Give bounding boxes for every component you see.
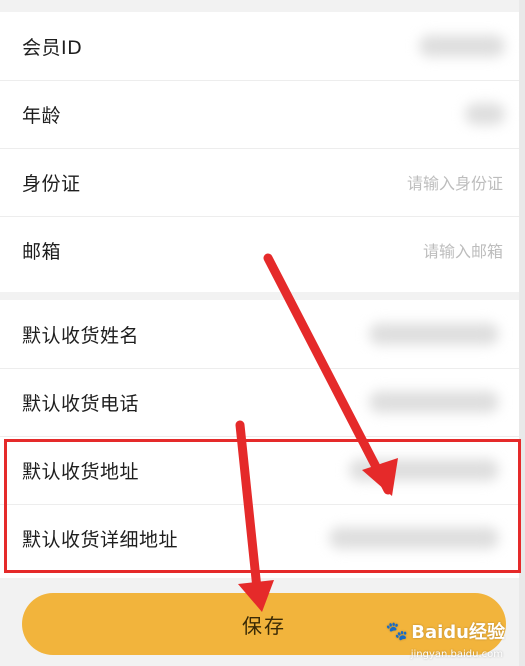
email-label: 邮箱	[22, 240, 62, 263]
id-card-input[interactable]: 请输入身份证	[407, 170, 503, 194]
paw-icon: 🐾	[385, 620, 409, 642]
member-id-label: 会员ID	[22, 36, 83, 59]
email-row[interactable]: 邮箱 请输入邮箱	[0, 216, 519, 284]
age-value-blurred	[465, 103, 505, 125]
baidu-watermark: 🐾 Baidu经验	[386, 618, 505, 644]
age-row: 年龄	[0, 80, 519, 148]
top-strip	[0, 0, 525, 12]
shipping-address-value-blurred	[349, 459, 499, 481]
shipping-name-row[interactable]: 默认收货姓名	[0, 300, 519, 368]
baidu-watermark-brand: Baidu经验	[411, 622, 505, 643]
member-id-value-blurred	[419, 35, 505, 57]
scrollbar-edge	[519, 0, 525, 666]
shipping-name-label: 默认收货姓名	[22, 324, 140, 347]
baidu-watermark-url: jingyan.baidu.com	[410, 649, 503, 660]
personal-info-section: 会员ID 年龄 身份证 请输入身份证 邮箱 请输入邮箱	[0, 12, 519, 292]
member-id-row: 会员ID	[0, 12, 519, 80]
id-card-label: 身份证	[22, 172, 81, 195]
shipping-info-section: 默认收货姓名 默认收货电话 默认收货地址 默认收货详细地址	[0, 300, 519, 578]
shipping-name-value-blurred	[369, 323, 499, 345]
shipping-phone-row[interactable]: 默认收货电话	[0, 368, 519, 436]
shipping-phone-label: 默认收货电话	[22, 392, 140, 415]
shipping-phone-value-blurred	[369, 391, 499, 413]
age-label: 年龄	[22, 104, 62, 127]
shipping-address-row[interactable]: 默认收货地址	[0, 436, 519, 504]
shipping-detail-address-row[interactable]: 默认收货详细地址	[0, 504, 519, 572]
shipping-detail-address-value-blurred	[329, 527, 499, 549]
shipping-address-label: 默认收货地址	[22, 460, 140, 483]
id-card-row[interactable]: 身份证 请输入身份证	[0, 148, 519, 216]
email-input[interactable]: 请输入邮箱	[423, 238, 503, 262]
shipping-detail-address-label: 默认收货详细地址	[22, 528, 179, 551]
